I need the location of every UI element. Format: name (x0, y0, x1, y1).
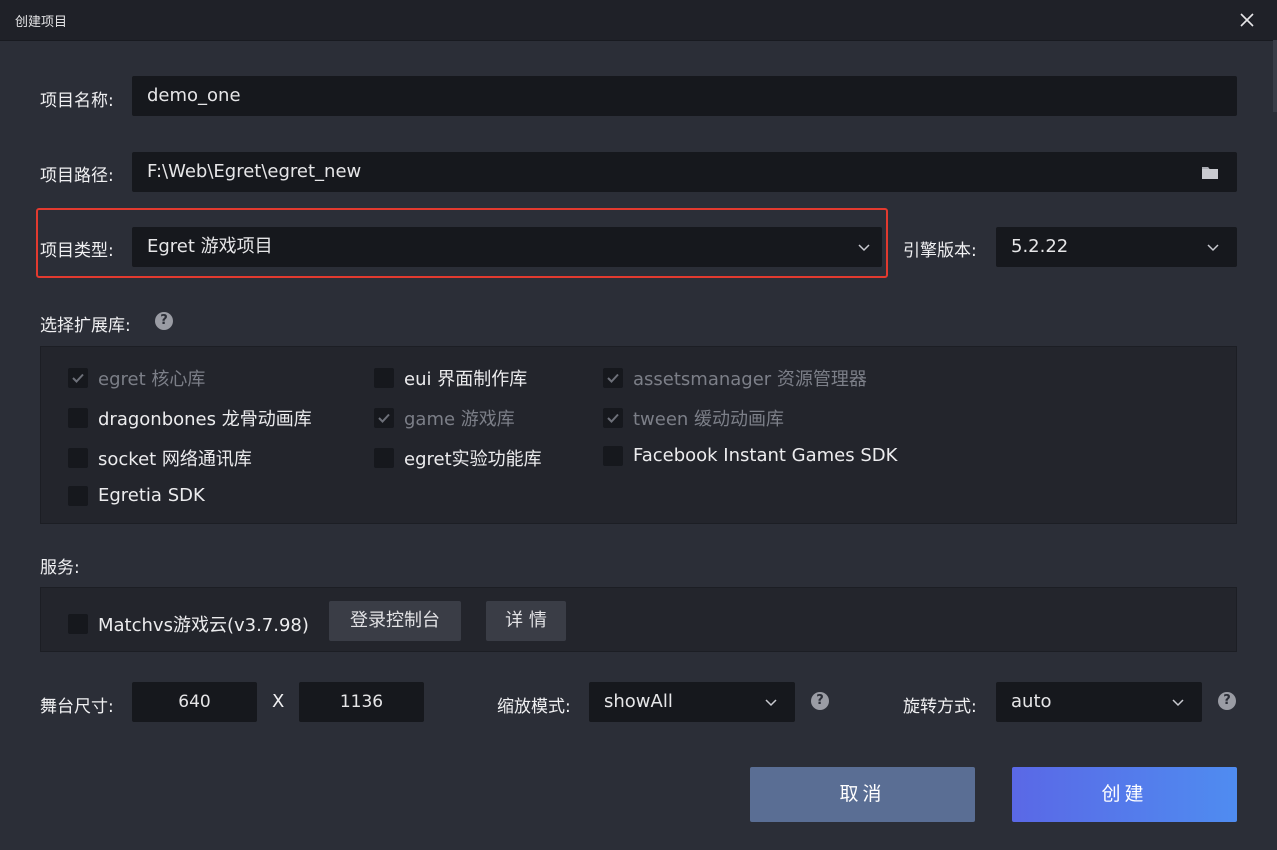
close-icon[interactable] (1235, 8, 1259, 32)
check-icon (378, 413, 390, 423)
lib-checkbox-egretia-sdk[interactable]: Egretia SDK (68, 485, 205, 506)
project-name-input[interactable]: demo_one (132, 76, 1237, 116)
lib-label: dragonbones 龙骨动画库 (98, 409, 312, 430)
cancel-button[interactable]: 取消 (750, 767, 975, 822)
folder-icon[interactable] (1201, 164, 1219, 180)
checkbox-box (68, 448, 88, 468)
service-checkbox-matchvs[interactable]: Matchvs游戏云(v3.7.98) (68, 611, 309, 637)
services-label: 服务: (40, 558, 80, 578)
stage-height-value: 1136 (339, 692, 384, 712)
checkbox-box (68, 614, 88, 634)
lib-label: assetsmanager 资源管理器 (633, 369, 867, 390)
project-path-input[interactable]: F:\Web\Egret\egret_new (132, 152, 1237, 192)
checkbox-box (603, 368, 623, 388)
chevron-down-icon (1170, 694, 1186, 710)
lib-label: Egretia SDK (98, 485, 205, 506)
scale-mode-help-icon[interactable]: ? (811, 692, 829, 710)
checkbox-box (68, 485, 88, 506)
lib-checkbox-egret-experimental[interactable]: egret实验功能库 (374, 445, 542, 471)
window-title: 创建项目 (15, 15, 68, 30)
stage-height-input[interactable]: 1136 (299, 682, 424, 722)
rotation-help-icon[interactable]: ? (1218, 692, 1236, 710)
engine-version-value: 5.2.22 (1011, 236, 1069, 257)
checkbox-box (68, 408, 88, 428)
stage-width-value: 640 (178, 692, 211, 712)
lib-label: tween 缓动动画库 (633, 409, 785, 430)
size-separator: X (272, 691, 285, 712)
scale-mode-value: showAll (604, 691, 673, 712)
checkbox-box (603, 445, 623, 466)
lib-label: socket 网络通讯库 (98, 449, 252, 470)
rotation-value: auto (1011, 691, 1052, 712)
project-name-label: 项目名称: (40, 91, 114, 111)
lib-checkbox-tween[interactable]: tween 缓动动画库 (603, 405, 784, 431)
check-icon (607, 373, 619, 383)
checkbox-box (374, 408, 394, 428)
checkbox-box (603, 408, 623, 428)
lib-checkbox-assetsmanager[interactable]: assetsmanager 资源管理器 (603, 365, 867, 391)
checkbox-box (374, 368, 394, 388)
create-project-dialog: 创建项目 项目名称: demo_one 项目路径: F:\Web\Egret\e… (0, 0, 1277, 850)
login-console-button[interactable]: 登录控制台 (329, 601, 461, 641)
project-type-select[interactable]: Egret 游戏项目 (132, 227, 882, 267)
rotation-select[interactable]: auto (996, 682, 1202, 722)
service-label: Matchvs游戏云(v3.7.98) (98, 615, 309, 636)
rotation-label: 旋转方式: (903, 697, 977, 717)
lib-label: egret 核心库 (98, 369, 206, 390)
check-icon (607, 413, 619, 423)
engine-version-label: 引擎版本: (903, 241, 977, 261)
chevron-down-icon (856, 239, 872, 255)
chevron-down-icon (1205, 239, 1221, 255)
stage-size-label: 舞台尺寸: (40, 697, 114, 717)
lib-checkbox-game[interactable]: game 游戏库 (374, 405, 515, 431)
project-name-value: demo_one (147, 85, 241, 106)
stage-width-input[interactable]: 640 (132, 682, 257, 722)
lib-checkbox-egret-core[interactable]: egret 核心库 (68, 365, 205, 391)
details-button[interactable]: 详 情 (486, 601, 566, 641)
libraries-help-icon[interactable]: ? (155, 312, 173, 330)
lib-label: Facebook Instant Games SDK (633, 445, 898, 466)
scale-mode-select[interactable]: showAll (589, 682, 795, 722)
check-icon (72, 373, 84, 383)
project-path-value: F:\Web\Egret\egret_new (147, 161, 362, 182)
lib-checkbox-socket[interactable]: socket 网络通讯库 (68, 445, 252, 471)
lib-checkbox-eui[interactable]: eui 界面制作库 (374, 365, 527, 391)
lib-label: egret实验功能库 (404, 449, 542, 470)
create-button[interactable]: 创建 (1012, 767, 1237, 822)
checkbox-box (68, 368, 88, 388)
checkbox-box (374, 448, 394, 468)
lib-checkbox-dragonbones[interactable]: dragonbones 龙骨动画库 (68, 405, 312, 431)
title-bar: 创建项目 (0, 0, 1277, 41)
project-type-value: Egret 游戏项目 (147, 236, 273, 257)
libraries-label: 选择扩展库: (40, 316, 131, 336)
scale-mode-label: 缩放模式: (497, 697, 571, 717)
lib-checkbox-facebook-instant-games[interactable]: Facebook Instant Games SDK (603, 445, 897, 466)
project-type-label: 项目类型: (40, 241, 114, 261)
lib-label: eui 界面制作库 (404, 369, 528, 390)
window-edge-strip (1273, 40, 1277, 112)
lib-label: game 游戏库 (404, 409, 515, 430)
project-path-label: 项目路径: (40, 166, 114, 186)
engine-version-select[interactable]: 5.2.22 (996, 227, 1237, 267)
chevron-down-icon (763, 694, 779, 710)
